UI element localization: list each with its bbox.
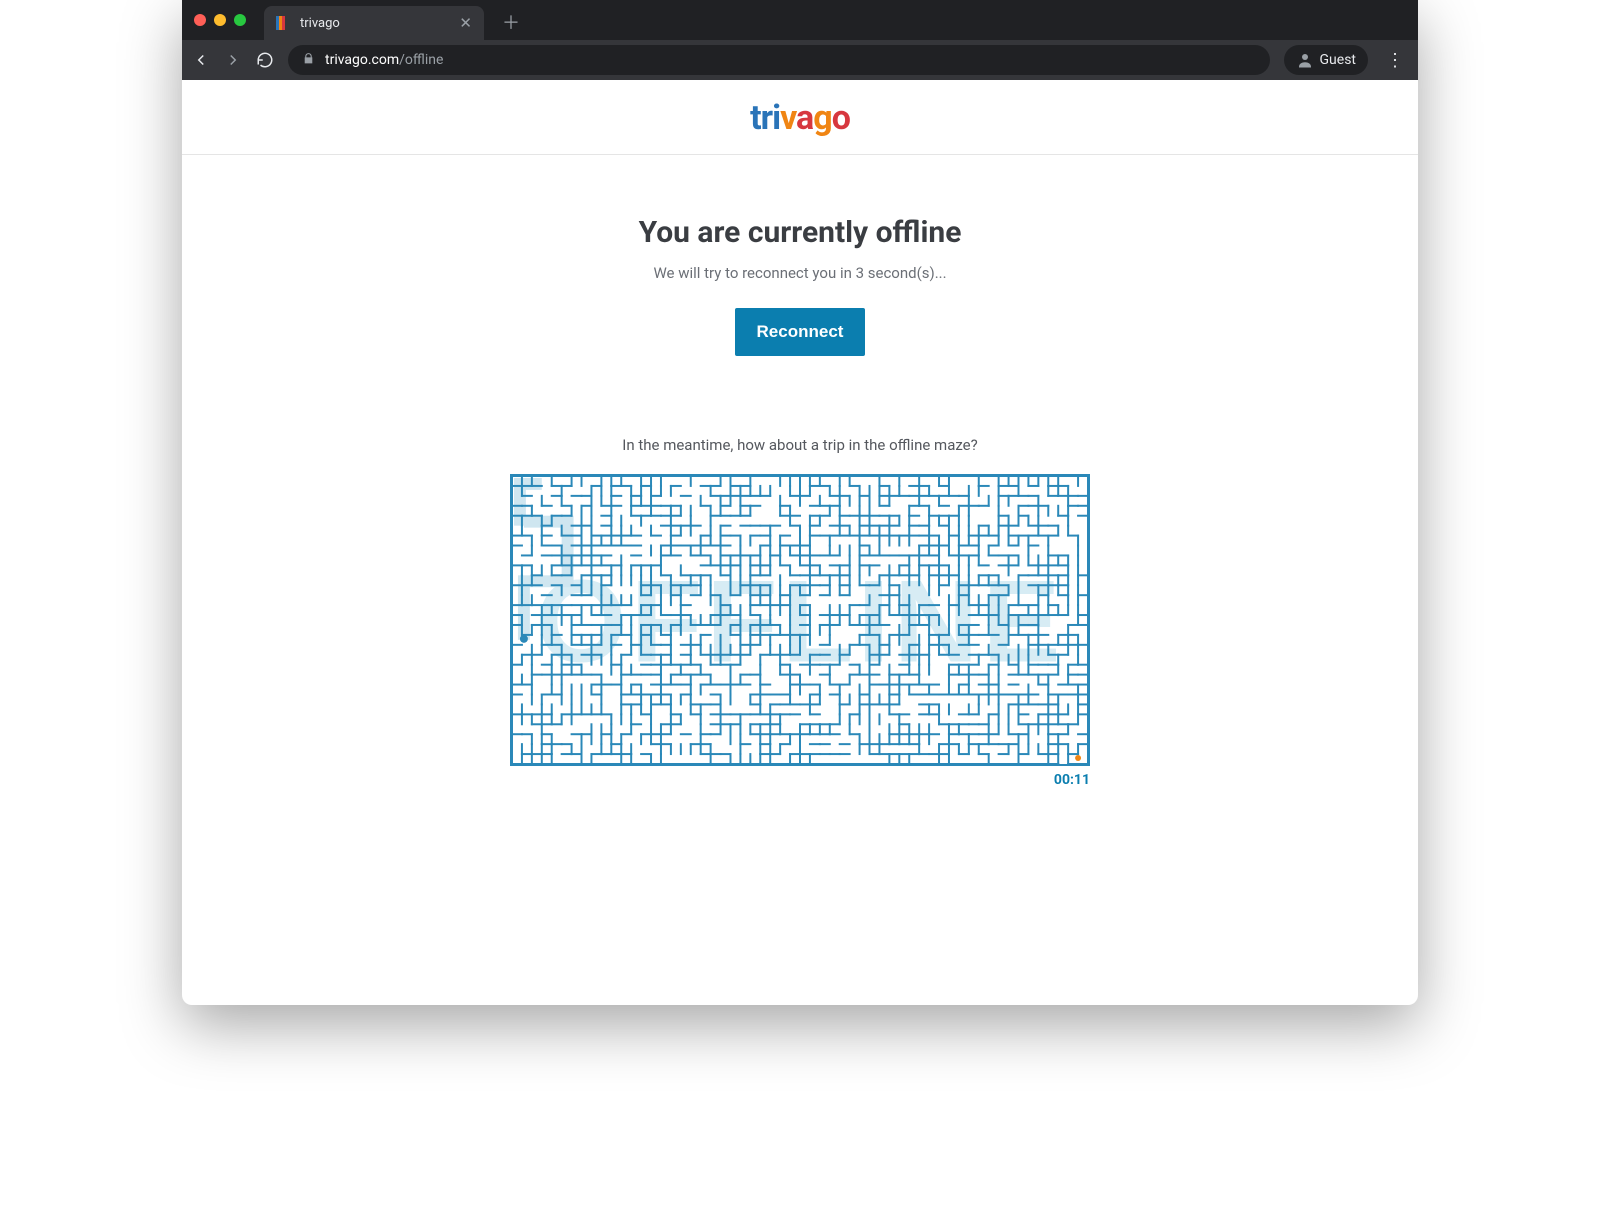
browser-chrome: trivago ✕ ＋ trivago.com/offline Guest ⋮ bbox=[182, 0, 1418, 80]
url-path: /offline bbox=[399, 52, 443, 68]
maze-canvas: OFFLINE bbox=[512, 476, 1088, 764]
profile-label: Guest bbox=[1320, 52, 1356, 68]
minimize-window-icon[interactable] bbox=[214, 14, 226, 26]
page-content: trivago You are currently offline We wil… bbox=[182, 80, 1418, 788]
profile-icon bbox=[1296, 51, 1314, 69]
forward-icon[interactable] bbox=[224, 51, 242, 69]
logo-letter: g bbox=[813, 98, 831, 138]
logo-letter: i bbox=[772, 98, 780, 138]
new-tab-icon[interactable]: ＋ bbox=[502, 9, 520, 35]
window-controls bbox=[194, 14, 246, 26]
maximize-window-icon[interactable] bbox=[234, 14, 246, 26]
address-bar[interactable]: trivago.com/offline bbox=[288, 45, 1270, 75]
back-icon[interactable] bbox=[192, 51, 210, 69]
logo-letter: v bbox=[780, 98, 796, 138]
close-window-icon[interactable] bbox=[194, 14, 206, 26]
titlebar: trivago ✕ ＋ bbox=[182, 0, 1418, 40]
offline-subtext: We will try to reconnect you in 3 second… bbox=[182, 264, 1418, 282]
url-domain: trivago.com bbox=[325, 52, 399, 68]
reload-icon[interactable] bbox=[256, 51, 274, 69]
maze-game[interactable]: OFFLINE bbox=[510, 474, 1090, 766]
tab-close-icon[interactable]: ✕ bbox=[459, 14, 472, 32]
favicon-icon bbox=[276, 15, 292, 31]
url-text: trivago.com/offline bbox=[325, 52, 443, 68]
tab-title: trivago bbox=[300, 16, 340, 31]
logo-letter: r bbox=[761, 98, 772, 138]
logo-letter: o bbox=[832, 98, 850, 138]
logo-letter: a bbox=[796, 98, 813, 138]
reconnect-button[interactable]: Reconnect bbox=[735, 308, 866, 356]
logo-letter: t bbox=[750, 98, 761, 138]
browser-toolbar: trivago.com/offline Guest ⋮ bbox=[182, 40, 1418, 80]
site-header: trivago bbox=[182, 80, 1418, 155]
maze-section: In the meantime, how about a trip in the… bbox=[182, 436, 1418, 788]
lock-icon bbox=[302, 52, 315, 69]
menu-icon[interactable]: ⋮ bbox=[1382, 50, 1408, 71]
trivago-logo: trivago bbox=[750, 98, 850, 138]
maze-timer: 00:11 bbox=[510, 772, 1090, 788]
browser-tab[interactable]: trivago ✕ bbox=[264, 6, 484, 40]
maze-caption: In the meantime, how about a trip in the… bbox=[182, 436, 1418, 454]
profile-button[interactable]: Guest bbox=[1284, 45, 1368, 75]
offline-heading: You are currently offline bbox=[182, 215, 1418, 250]
offline-panel: You are currently offline We will try to… bbox=[182, 155, 1418, 788]
